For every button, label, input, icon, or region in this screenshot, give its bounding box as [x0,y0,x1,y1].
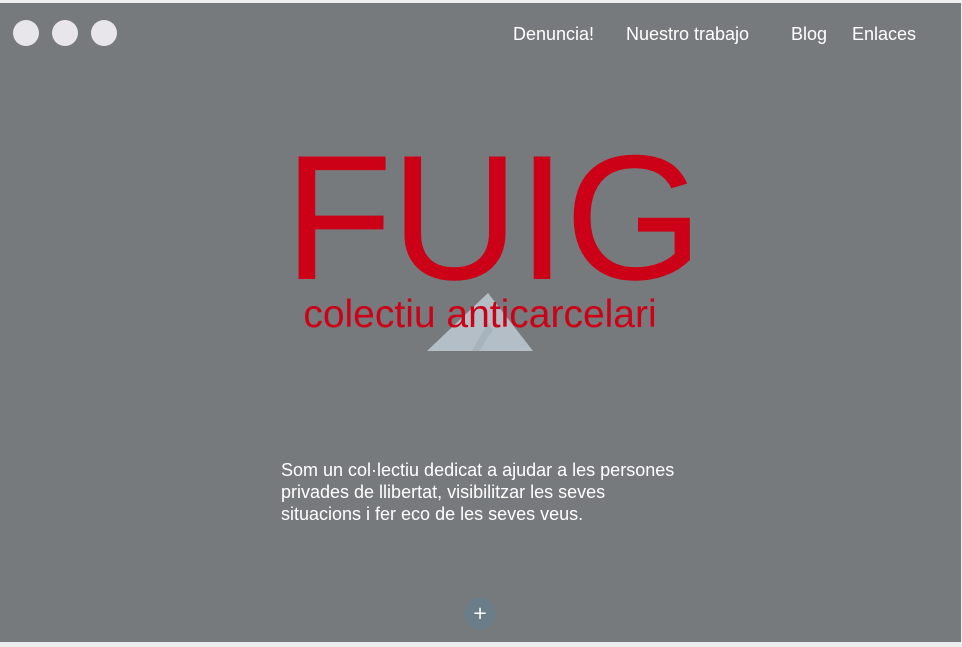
intro-text: Som un col·lectiu dedicat a ajudar a les… [281,460,675,524]
page: Denuncia! Nuestro trabajo Blog Enlaces F… [0,3,961,642]
site-subtitle: colectiu anticarcelari [303,293,657,336]
hero-section: FUIG colectiu anticarcelari Som un col·l… [0,3,961,642]
site-title: FUIG [284,118,703,317]
expand-more-button[interactable]: + [464,598,496,630]
